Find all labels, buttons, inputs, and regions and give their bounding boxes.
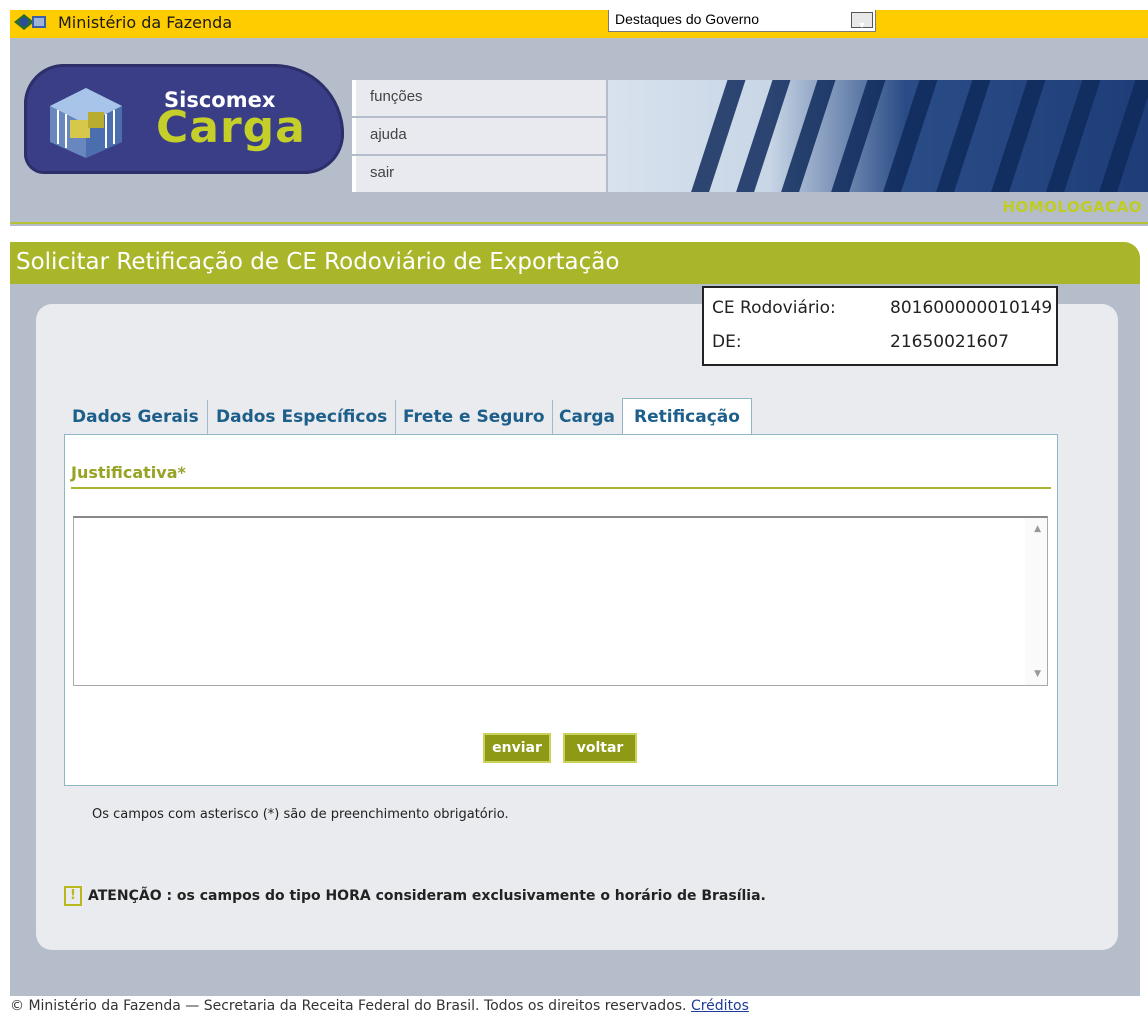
siscomex-carga-logo[interactable]: Siscomex Carga xyxy=(24,64,344,174)
tab-dados-gerais[interactable]: Dados Gerais xyxy=(64,400,208,435)
voltar-button[interactable]: voltar xyxy=(563,733,637,763)
header-divider xyxy=(10,222,1148,224)
header-menu: funções ajuda sair xyxy=(352,80,606,194)
site-header: Siscomex Carga funções ajuda sair HOMOLO… xyxy=(10,38,1148,226)
footer-copyright: © Ministério da Fazenda — Secretaria da … xyxy=(10,998,687,1014)
hora-warning-text: ATENÇÃO : os campos do tipo HORA conside… xyxy=(88,888,766,904)
menu-item-sair[interactable]: sair xyxy=(352,156,606,192)
de-label: DE: xyxy=(712,332,742,352)
header-banner-image xyxy=(608,80,1148,192)
chevron-down-icon[interactable]: ▼ xyxy=(851,12,873,30)
tab-frete-e-seguro[interactable]: Frete e Seguro xyxy=(396,400,553,435)
creditos-link[interactable]: Créditos xyxy=(691,998,749,1014)
ce-info-box: CE Rodoviário: 801600000010149 DE: 21650… xyxy=(702,286,1058,366)
menu-item-funcoes[interactable]: funções xyxy=(352,80,606,116)
destaques-select-value: Destaques do Governo xyxy=(615,11,759,27)
required-fields-note: Os campos com asterisco (*) são de preen… xyxy=(92,807,509,822)
environment-label: HOMOLOGACAO xyxy=(1002,198,1142,216)
justificativa-divider xyxy=(71,487,1051,489)
scroll-up-arrow-icon[interactable]: ▲ xyxy=(1034,524,1041,534)
tab-dados-especificos[interactable]: Dados Específicos xyxy=(208,400,396,435)
logo-carga-text: Carga xyxy=(156,102,306,153)
ministry-link[interactable]: Ministério da Fazenda xyxy=(58,13,232,32)
tab-retificacao[interactable]: Retificação xyxy=(622,398,752,435)
tab-carga[interactable]: Carga xyxy=(553,400,622,435)
ce-rodoviario-value: 801600000010149 xyxy=(890,298,1053,318)
retificacao-tab-panel: Justificativa* ▲ ▼ enviar voltar xyxy=(64,434,1058,786)
justificativa-textarea[interactable]: ▲ ▼ xyxy=(73,516,1048,686)
warning-icon: ! xyxy=(64,886,82,906)
brazil-flag-icon xyxy=(10,12,48,32)
government-bar: Ministério da Fazenda Destaques do Gover… xyxy=(10,10,1148,38)
textarea-scrollbar[interactable]: ▲ ▼ xyxy=(1025,518,1047,685)
page-footer: © Ministério da Fazenda — Secretaria da … xyxy=(10,998,749,1014)
destaques-select[interactable]: Destaques do Governo ▼ xyxy=(608,10,876,32)
justificativa-label: Justificativa* xyxy=(71,463,186,482)
hora-warning: ! ATENÇÃO : os campos do tipo HORA consid… xyxy=(64,886,766,906)
scroll-down-arrow-icon[interactable]: ▼ xyxy=(1034,669,1041,679)
page-title-bar: Solicitar Retificação de CE Rodoviário d… xyxy=(10,242,1140,284)
ce-rodoviario-label: CE Rodoviário: xyxy=(712,298,836,318)
menu-item-ajuda[interactable]: ajuda xyxy=(352,118,606,154)
enviar-button[interactable]: enviar xyxy=(483,733,551,763)
container-cube-icon xyxy=(50,88,122,158)
page-title: Solicitar Retificação de CE Rodoviário d… xyxy=(16,249,620,275)
de-value: 21650021607 xyxy=(890,332,1009,352)
